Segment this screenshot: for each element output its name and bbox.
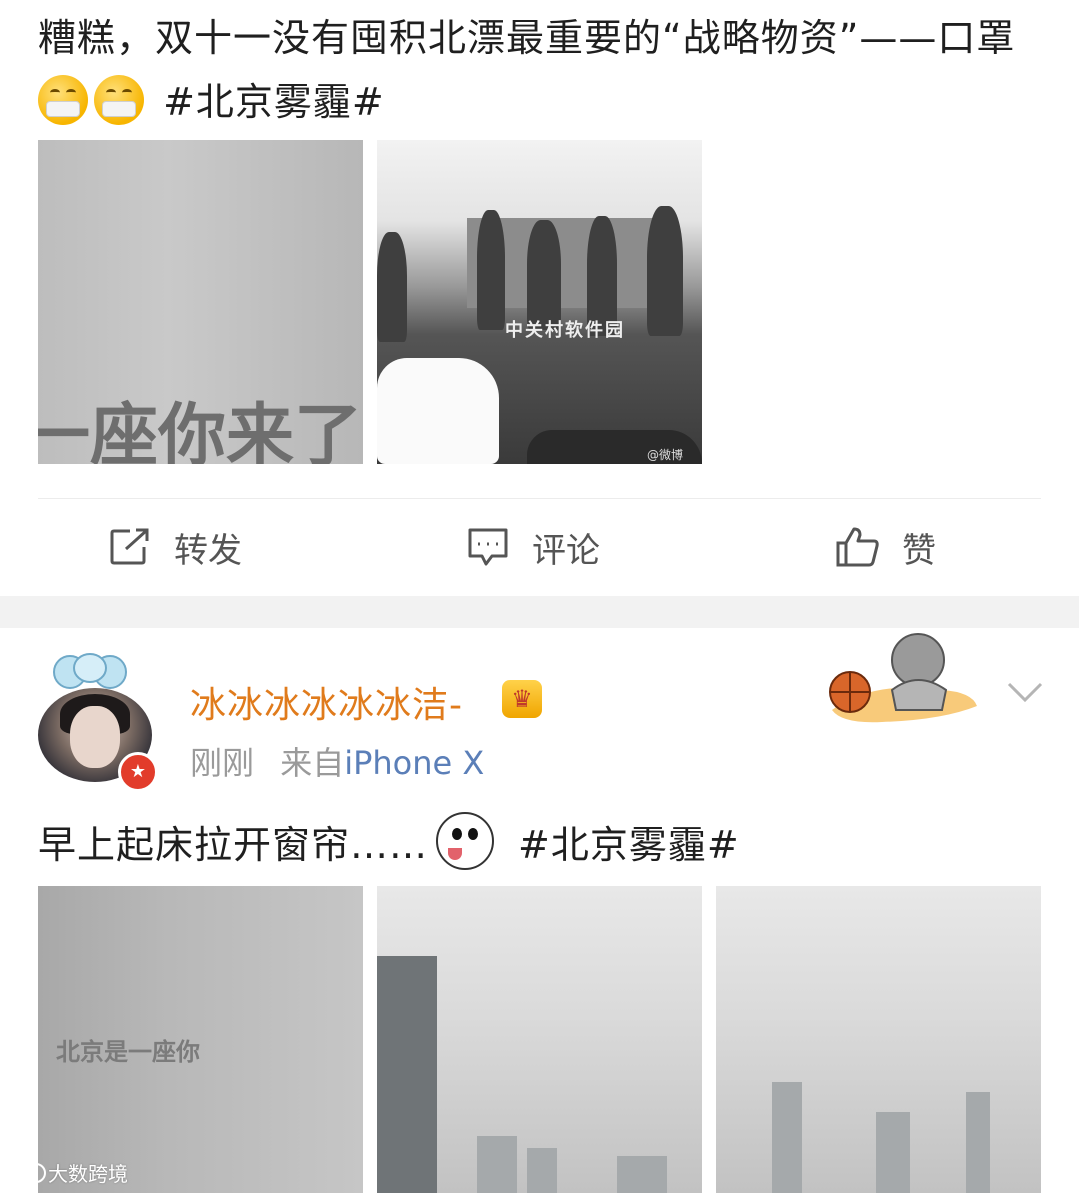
husky-dog-emoji-icon xyxy=(436,812,495,870)
post-2-image-3[interactable] xyxy=(716,886,1041,1193)
building xyxy=(477,1136,517,1193)
username[interactable]: 冰冰冰冰冰冰洁- xyxy=(190,676,463,728)
post-1-image-2[interactable]: 中关村软件园 @微博 xyxy=(377,140,702,464)
tree xyxy=(647,206,683,336)
comment-button[interactable]: 评论 xyxy=(466,520,600,574)
like-label: 赞 xyxy=(902,530,936,571)
topic-link[interactable]: #北京雾霾# xyxy=(518,823,740,867)
image-overlay-text: 一座你来了 xyxy=(38,397,363,464)
chevron-down-icon[interactable] xyxy=(1006,680,1044,704)
feed-separator xyxy=(0,596,1079,628)
building xyxy=(966,1092,990,1193)
divider xyxy=(38,498,1041,499)
building xyxy=(772,1082,802,1193)
basketball-player-decoration-icon xyxy=(829,633,977,723)
post-time: 刚刚 xyxy=(190,744,255,782)
building xyxy=(617,1156,667,1193)
comment-icon xyxy=(468,528,508,566)
post-meta: 刚刚 来自iPhone X xyxy=(190,738,484,784)
building xyxy=(527,1148,557,1193)
like-button[interactable]: 赞 xyxy=(834,520,936,574)
share-icon xyxy=(110,528,149,565)
member-crown-icon[interactable]: ♛ xyxy=(502,680,542,718)
post-1-body: 糟糕，双十一没有囤积北漂最重要的“战略物资”——口罩 xyxy=(38,16,1016,60)
image-overlay-text: 北京是一座你 xyxy=(56,1038,200,1066)
image-watermark: @微博 xyxy=(647,448,684,462)
watermark-label: 大数跨境 xyxy=(48,1162,128,1186)
post-1-image-1[interactable]: 一座你来了 xyxy=(38,140,363,464)
thumbs-up-icon xyxy=(836,527,879,567)
post-2-body: 早上起床拉开窗帘…… xyxy=(38,823,429,867)
comment-label: 评论 xyxy=(532,530,600,571)
share-button[interactable]: 转发 xyxy=(108,520,242,574)
watermark-logo-icon xyxy=(10,1162,46,1183)
share-label: 转发 xyxy=(174,530,242,571)
source-device-link[interactable]: iPhone X xyxy=(344,744,484,782)
elephant-ears-decoration-icon xyxy=(53,653,127,689)
verified-star-icon: ★ xyxy=(118,752,158,792)
source-prefix: 来自 xyxy=(280,744,345,782)
post-1-text: 糟糕，双十一没有囤积北漂最重要的“战略物资”——口罩 #北京雾霾# xyxy=(38,6,1048,134)
post-2-image-1[interactable]: 北京是一座你 xyxy=(38,886,363,1193)
car xyxy=(377,358,499,464)
source-watermark: 大数跨境 xyxy=(8,1158,128,1187)
post-2-text: 早上起床拉开窗帘…… #北京雾霾# xyxy=(38,812,740,875)
building xyxy=(876,1112,910,1193)
street-sign-text: 中关村软件园 xyxy=(505,320,625,341)
tree xyxy=(377,232,407,342)
post-2-image-2[interactable] xyxy=(377,886,702,1193)
skyscraper xyxy=(377,956,437,1193)
mask-face-emoji-icon xyxy=(38,75,88,125)
mask-face-emoji-icon xyxy=(94,75,144,125)
tree xyxy=(477,210,505,330)
tree xyxy=(527,220,561,330)
topic-link[interactable]: #北京雾霾# xyxy=(163,80,385,124)
